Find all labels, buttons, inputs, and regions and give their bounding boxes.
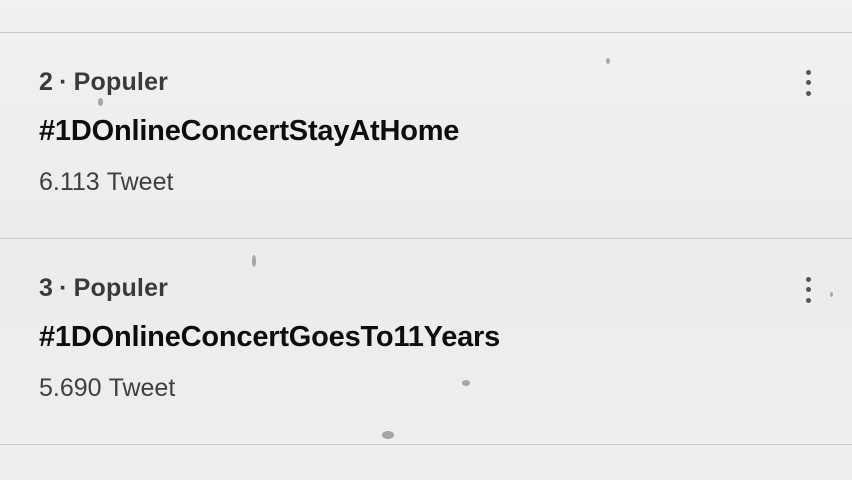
trend-meta: 2 · Populer: [39, 68, 168, 97]
previous-trend-item-partial[interactable]: ▾: [0, 0, 852, 32]
tweet-count: 5.690 Tweet: [39, 374, 175, 403]
trends-screen: ▾ 2·Populer #1DOnlineConcertStayAtHome 6…: [0, 0, 852, 480]
dust-speck: [462, 380, 470, 386]
more-options-button[interactable]: [796, 274, 820, 310]
tweet-count-label: Tweet: [106, 168, 174, 196]
dust-speck: [382, 431, 394, 439]
trend-hashtag[interactable]: #1DOnlineConcertStayAtHome: [39, 115, 459, 148]
trend-hashtag[interactable]: #1DOnlineConcertGoesTo11Years: [39, 321, 500, 354]
trend-rank: 2: [39, 68, 54, 96]
trend-item[interactable]: 2 · Populer #1DOnlineConcertStayAtHome 6.1…: [0, 33, 852, 238]
trend-rank: 3: [39, 274, 54, 302]
dust-speck: [606, 58, 610, 64]
tweet-count-number: 6.113: [39, 168, 100, 196]
tweet-count-label: Tweet: [108, 374, 176, 402]
tweet-count: 6.113 Tweet: [39, 168, 173, 197]
tweet-count-number: 5.690: [39, 374, 102, 402]
more-options-button[interactable]: [796, 67, 820, 103]
meta-separator: ·: [59, 68, 68, 96]
meta-separator: ·: [59, 274, 68, 302]
trend-category: Populer: [73, 274, 169, 302]
dust-speck: [830, 292, 833, 297]
trend-meta: 3 · Populer: [39, 274, 168, 303]
divider: [0, 444, 852, 445]
trend-item[interactable]: 3 · Populer #1DOnlineConcertGoesTo11Years …: [0, 239, 852, 444]
dust-speck: [98, 98, 103, 106]
chevron-down-icon: ▾: [352, 0, 362, 2]
dust-speck: [252, 255, 256, 267]
trend-category: Populer: [73, 68, 169, 96]
